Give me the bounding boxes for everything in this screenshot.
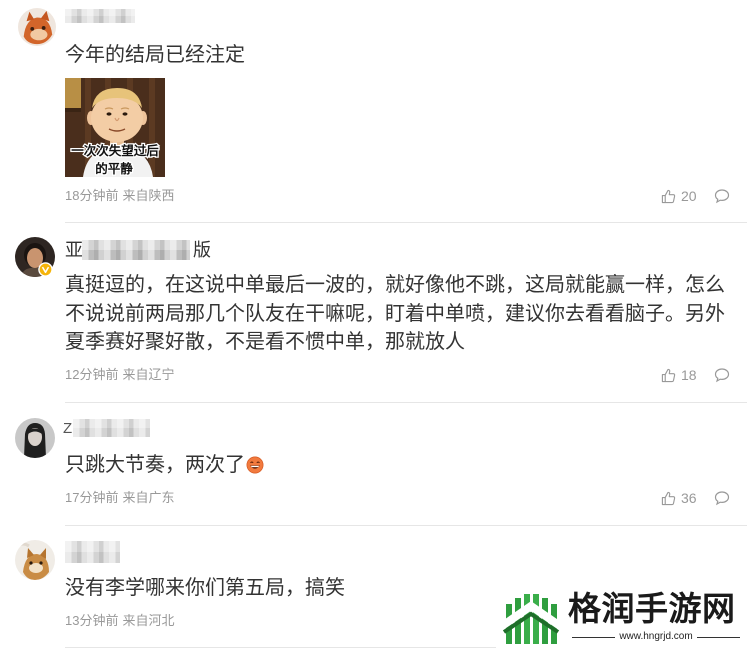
comment-meta: 13分钟前 来自河北: [65, 612, 174, 630]
site-watermark: 格润手游网 www.hngrjd.com: [496, 584, 747, 650]
like-button[interactable]: 20: [661, 187, 697, 205]
cat-avatar-image: [15, 540, 55, 580]
image-caption-line: 一次次失望过后: [71, 143, 159, 158]
avatar[interactable]: [18, 8, 56, 46]
username-prefix[interactable]: 亚: [65, 240, 83, 260]
comment-bubble-icon[interactable]: [714, 367, 730, 383]
comment-text: 没有李学哪来你们第五局，搞笑: [65, 577, 345, 599]
person-avatar-image: [15, 418, 55, 458]
like-count: 20: [681, 188, 697, 204]
fox-avatar-image: [18, 8, 56, 46]
like-count: 18: [681, 367, 697, 383]
blurred-username[interactable]: [65, 9, 135, 23]
comment-text-line: 真挺逗的，在这说中单最后一波的，就好像他不跳，这局就能赢一样，怎么: [65, 274, 725, 296]
comment-time: 13分钟前: [65, 613, 119, 628]
watermark-url-row: www.hngrjd.com: [572, 631, 741, 643]
blurred-username[interactable]: [65, 541, 120, 563]
watermark-site-name: 格润手游网: [568, 590, 736, 627]
divider: [65, 402, 747, 403]
laughing-emoji-icon: [246, 456, 264, 474]
avatar[interactable]: [15, 540, 55, 580]
verified-badge-icon: [38, 262, 53, 277]
site-logo-icon: [502, 590, 560, 646]
divider: [65, 525, 747, 526]
comment-location: 来自河北: [122, 613, 175, 628]
like-button[interactable]: 18: [661, 366, 697, 384]
thumbs-up-icon: [661, 189, 676, 204]
username-suffix[interactable]: 版: [193, 240, 211, 260]
image-caption-line: 的平静: [95, 161, 133, 176]
comment-image[interactable]: 一次次失望过后 的平静: [65, 78, 165, 177]
comment-text: 今年的结局已经注定: [65, 44, 245, 66]
divider: [65, 222, 747, 223]
watermark-rule: [572, 636, 616, 638]
comment-text-line: 不说说前两局那几个队友在干嘛呢，盯着中单喷，建议你去看看脑子。另外: [65, 303, 725, 325]
comment-text-line: 夏季赛好聚好散，不是看不惯中单，那就放人: [65, 331, 465, 353]
comment-text-row: 只跳大节奏，两次了: [65, 453, 264, 477]
comment-location: 来自辽宁: [122, 367, 175, 382]
comment-time: 12分钟前: [65, 367, 119, 382]
avatar[interactable]: [15, 418, 55, 458]
comment-location: 来自广东: [122, 490, 175, 505]
comment-meta: 17分钟前 来自广东: [65, 489, 174, 507]
comment-bubble-icon[interactable]: [714, 490, 730, 506]
watermark-url: www.hngrjd.com: [619, 631, 693, 642]
blurred-username[interactable]: [82, 240, 190, 260]
comment-meta: 12分钟前 来自辽宁: [65, 366, 174, 384]
comment-text: 只跳大节奏，两次了: [65, 454, 245, 476]
divider: [65, 647, 496, 648]
thumbs-up-icon: [661, 491, 676, 506]
meme-image: 一次次失望过后 的平静: [65, 78, 165, 177]
blurred-username[interactable]: [73, 419, 150, 437]
comment-meta: 18分钟前 来自陕西: [65, 187, 174, 205]
thumbs-up-icon: [661, 368, 676, 383]
comment-bubble-icon[interactable]: [714, 188, 730, 204]
comment-time: 18分钟前: [65, 188, 119, 203]
comment-location: 来自陕西: [122, 188, 175, 203]
username-prefix[interactable]: Z: [63, 419, 72, 439]
like-button[interactable]: 36: [661, 489, 697, 507]
comment-time: 17分钟前: [65, 490, 119, 505]
watermark-rule: [696, 636, 741, 638]
like-count: 36: [681, 490, 697, 506]
